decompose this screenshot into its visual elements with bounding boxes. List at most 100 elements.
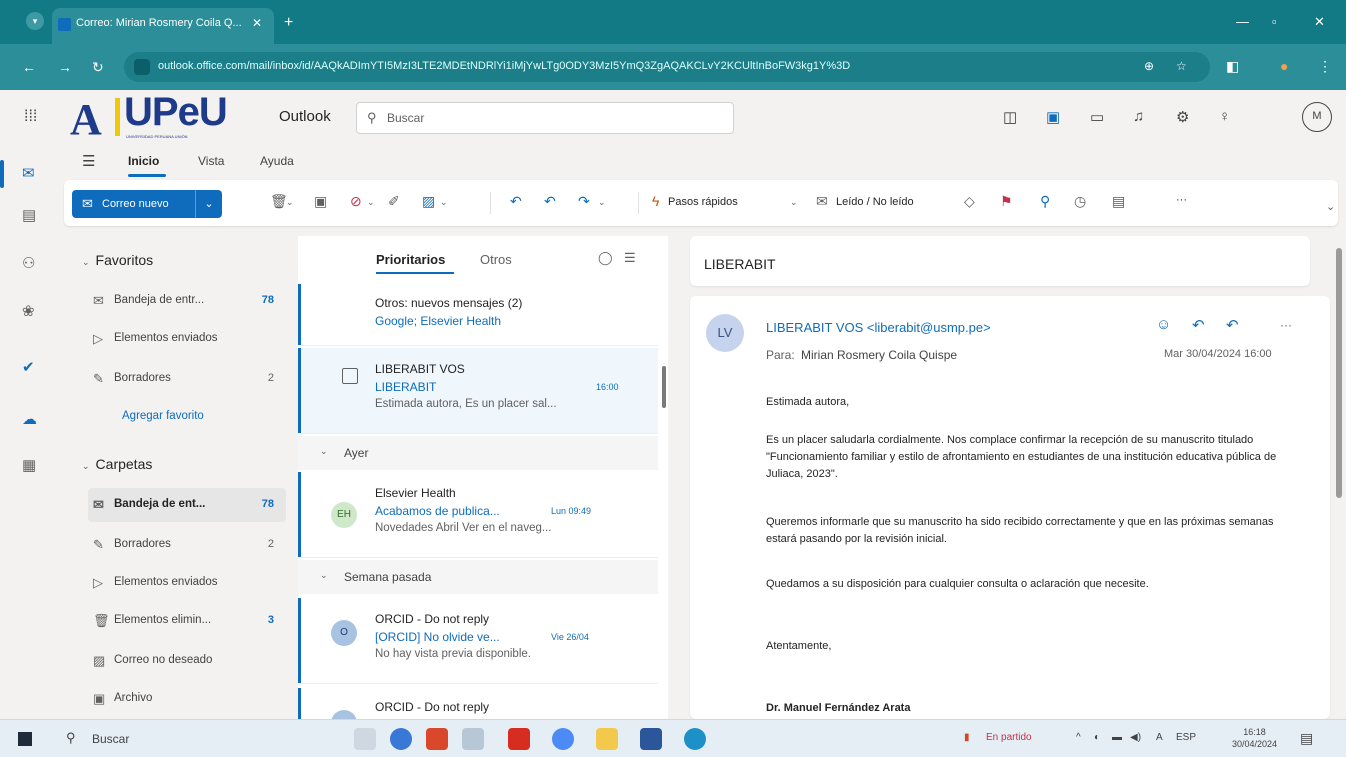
notification-icon[interactable]: ▤ [1300, 730, 1313, 747]
sender-name[interactable]: LIBERABIT VOS <liberabit@usmp.pe> [766, 320, 991, 335]
forward-icon[interactable]: → [58, 59, 72, 75]
other-banner[interactable]: Otros: nuevos mensajes (2) Google; Elsev… [298, 284, 658, 346]
site-info-icon[interactable] [134, 59, 150, 75]
sports-icon[interactable]: ▮ [964, 732, 970, 743]
read-unread-icon[interactable]: ✉ [816, 193, 828, 210]
search-icon[interactable]: ⚲ [66, 730, 76, 746]
battery-icon[interactable]: ▬ [1112, 732, 1122, 743]
tips-icon[interactable]: ♀ [1219, 108, 1230, 125]
more-options-button[interactable]: ··· [1176, 194, 1187, 206]
minimize-icon[interactable]: — [1236, 14, 1249, 29]
flag-icon[interactable]: ⚑ [1000, 193, 1013, 210]
office-icon[interactable] [426, 728, 448, 750]
new-tab-icon[interactable]: + [284, 14, 293, 32]
groups-icon[interactable]: ❀ [22, 302, 35, 320]
language-indicator[interactable]: ESP [1176, 732, 1196, 743]
file-explorer-icon[interactable] [596, 728, 618, 750]
folder-item-junk[interactable]: ▨ Correo no deseado [88, 644, 286, 678]
tab-vista[interactable]: Vista [198, 154, 224, 168]
reply-icon[interactable]: ↶ [510, 193, 522, 210]
folder-item-inbox[interactable]: ✉ Bandeja de ent... 78 [88, 488, 286, 522]
acrobat-icon[interactable] [508, 728, 530, 750]
teams-chat-icon[interactable]: ◫ [1003, 108, 1017, 126]
message-checkbox[interactable] [342, 368, 358, 384]
folder-item-sent[interactable]: ▷ Elementos enviados [88, 566, 286, 600]
app-launcher-icon[interactable]: ⁞⁞⁞ [24, 108, 37, 126]
group-header-last-week[interactable]: ⌄ Semana pasada [298, 560, 658, 594]
upeu-logo[interactable]: A UPeU UNIVERSIDAD PERUANA UNIÓN [70, 90, 240, 144]
fav-item-drafts[interactable]: ✎ Borradores 2 [88, 362, 286, 396]
reply-icon[interactable]: ↶ [1192, 316, 1205, 334]
tray-chevron-icon[interactable]: ^ [1076, 732, 1081, 743]
message-row[interactable]: LIBERABIT VOS LIBERABIT 16:00 Estimada a… [298, 348, 658, 434]
snooze-icon[interactable]: ◷ [1074, 193, 1086, 210]
tab-focused[interactable]: Prioritarios [376, 252, 445, 267]
archive-icon[interactable]: ▣ [314, 193, 327, 210]
search-input[interactable]: ⚲ Buscar [356, 102, 734, 134]
browser-menu-icon[interactable]: ⋮ [1318, 58, 1332, 75]
bookmark-star-icon[interactable]: ☆ [1176, 59, 1187, 73]
categorize-icon[interactable]: ◇ [964, 193, 975, 210]
filter-icon[interactable]: ☰ [624, 250, 636, 266]
maximize-icon[interactable]: ▫ [1272, 14, 1277, 29]
clock[interactable]: 16:18 30/04/2024 [1232, 726, 1277, 750]
more-actions-icon[interactable]: ··· [1280, 318, 1292, 332]
people-icon[interactable]: ⚇ [22, 254, 35, 272]
wifi-icon[interactable]: ◐ [1094, 732, 1100, 743]
outlook-app-icon[interactable]: ▣ [1046, 108, 1060, 126]
start-icon[interactable] [18, 732, 32, 746]
fav-item-sent[interactable]: ▷ Elementos enviados [88, 322, 286, 356]
folders-header[interactable]: ⌄ Carpetas [82, 456, 152, 472]
word-icon[interactable] [640, 728, 662, 750]
message-row[interactable]: O ORCID - Do not reply [ORCID] No olvide… [298, 598, 658, 684]
zoom-icon[interactable]: ⊕ [1144, 59, 1154, 73]
weather-status[interactable]: En partido [986, 732, 1032, 743]
message-row[interactable]: ORCID - Do not reply [298, 688, 658, 736]
tab-close-icon[interactable]: ✕ [252, 16, 262, 30]
folder-item-deleted[interactable]: 🗑 Elementos elimin... 3 [88, 604, 286, 638]
pin-icon[interactable]: ⚲ [1040, 193, 1050, 210]
reaction-icon[interactable]: ☺ [1156, 316, 1171, 333]
url-bar[interactable]: outlook.office.com/mail/inbox/id/AAQkADI… [124, 52, 1210, 82]
profile-icon[interactable]: ● [1280, 58, 1288, 74]
new-mail-button[interactable]: ✉ Correo nuevo ⌄ [72, 190, 222, 218]
calendar-icon[interactable]: ▤ [22, 206, 36, 224]
report-icon[interactable]: ⊘ [350, 193, 362, 210]
back-icon[interactable]: ← [22, 59, 36, 75]
reload-icon[interactable]: ↻ [92, 59, 104, 76]
sweep-icon[interactable]: ✐ [388, 193, 400, 210]
tab-actions-icon[interactable]: ▾ [26, 12, 44, 30]
fav-item-inbox[interactable]: ✉ Bandeja de entr... 78 [88, 284, 286, 318]
message-row[interactable]: EH Elsevier Health Acabamos de publica..… [298, 472, 658, 558]
delete-dropdown-icon[interactable]: ⌄ [286, 197, 294, 208]
more-apps-icon[interactable]: ▦ [22, 456, 36, 474]
notifications-icon[interactable]: ♫ [1133, 108, 1144, 125]
todo-icon[interactable]: ✔ [22, 358, 35, 376]
chrome-icon[interactable] [552, 728, 574, 750]
quick-steps-icon[interactable]: ϟ [652, 193, 659, 209]
forward-icon[interactable]: ↷ [578, 193, 590, 210]
volume-icon[interactable]: ◀) [1130, 732, 1141, 743]
folder-item-archive[interactable]: ▣ Archivo [88, 682, 286, 716]
tab-other[interactable]: Otros [480, 252, 512, 267]
browser-tab[interactable]: Correo: Mirian Rosmery Coila Q... [52, 8, 274, 44]
message-list-scrollbar[interactable] [662, 366, 666, 408]
rules-icon[interactable]: ▤ [1112, 193, 1125, 210]
report-dropdown-icon[interactable]: ⌄ [367, 197, 375, 208]
account-avatar[interactable]: M [1302, 102, 1332, 132]
folder-item-drafts[interactable]: ✎ Borradores 2 [88, 528, 286, 562]
mail-icon[interactable]: ✉ [22, 164, 35, 182]
select-icon[interactable]: ◯ [598, 250, 613, 266]
tab-inicio[interactable]: Inicio [128, 154, 159, 168]
hamburger-icon[interactable]: ☰ [82, 152, 95, 170]
move-dropdown-icon[interactable]: ⌄ [440, 197, 448, 208]
onedrive-icon[interactable]: ☁ [22, 410, 37, 428]
quick-steps-dropdown-icon[interactable]: ⌄ [790, 197, 798, 208]
add-favorite-link[interactable]: Agregar favorito [96, 400, 294, 434]
reply-all-icon[interactable]: ↶ [1226, 316, 1239, 334]
whats-new-icon[interactable]: ▭ [1090, 108, 1104, 126]
taskbar-search[interactable]: Buscar [92, 732, 129, 746]
sender-avatar[interactable]: LV [706, 314, 744, 352]
extension-icon[interactable]: ◧ [1226, 58, 1239, 75]
new-mail-dropdown[interactable]: ⌄ [195, 190, 222, 218]
